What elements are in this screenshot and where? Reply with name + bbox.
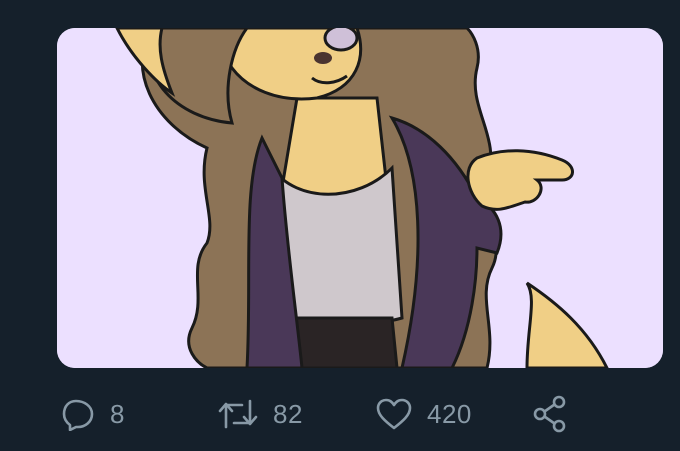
- retweet-button[interactable]: 82: [217, 392, 303, 436]
- reply-button[interactable]: 8: [62, 392, 125, 436]
- like-count: 420: [427, 398, 472, 429]
- retweet-icon: [217, 397, 259, 431]
- illustration-character: [57, 28, 663, 368]
- like-button[interactable]: 420: [375, 392, 472, 436]
- tweet-action-bar: 8 82 420: [0, 392, 680, 436]
- heart-icon: [375, 397, 413, 431]
- share-icon: [530, 395, 570, 433]
- reply-icon: [62, 397, 96, 431]
- retweet-count: 82: [273, 398, 303, 429]
- share-button[interactable]: [530, 392, 570, 436]
- reply-count: 8: [110, 398, 125, 429]
- tweet-media-image[interactable]: [57, 28, 663, 368]
